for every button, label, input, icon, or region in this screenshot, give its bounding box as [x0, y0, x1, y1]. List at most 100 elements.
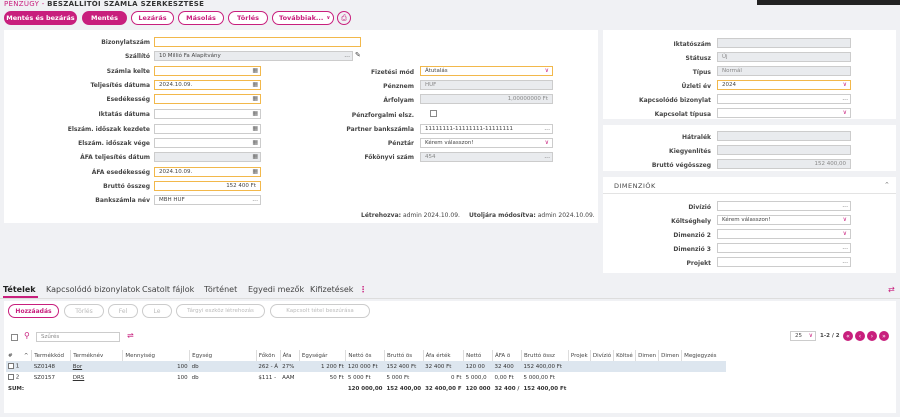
col-num[interactable]: # [6, 350, 22, 361]
ellipsis-icon[interactable]: ... [842, 95, 848, 103]
col-termeknev[interactable]: Terméknév [70, 350, 123, 361]
col-koltseg[interactable]: Költsé [613, 350, 636, 361]
delete-button[interactable]: Törlés [228, 11, 268, 25]
tab-csatolt-fajlok[interactable]: Csatolt fájlok [142, 285, 194, 294]
calendar-icon[interactable]: ▦ [252, 67, 258, 75]
partner-bankszamla-field[interactable]: 11111111-11111111-11111111... [420, 124, 553, 134]
calendar-icon[interactable]: ▦ [252, 95, 258, 103]
filter-input[interactable]: Szűrés [36, 332, 120, 342]
col-termekkod[interactable]: Termékkód [31, 350, 71, 361]
tab-tortenet[interactable]: Történet [204, 285, 237, 294]
create-asset-button[interactable]: Tárgyi eszköz létrehozás [176, 304, 265, 318]
calendar-icon[interactable]: ▦ [252, 168, 258, 176]
col-mennyiseg[interactable]: Mennyiség [122, 350, 190, 361]
chevron-down-icon[interactable]: ∨ [545, 67, 549, 75]
filter-clear-icon[interactable]: ⚲ [24, 331, 30, 340]
bizonylatszam-input[interactable] [154, 37, 361, 47]
move-up-button[interactable]: Fel [108, 304, 138, 318]
arfolyam-field[interactable]: 1,00000000 Ft [420, 94, 553, 104]
col-brutto-osszeg[interactable]: Bruttó össz [520, 350, 569, 361]
divizio-field[interactable]: ... [717, 201, 851, 211]
insert-linked-item-button[interactable]: Kapcsolt tétel beszúrása [270, 304, 370, 318]
more-button[interactable]: Továbbiak... ∨ [272, 11, 334, 25]
dimenzio2-select[interactable]: ∨ [717, 229, 851, 239]
col-netto2[interactable]: Nettó [463, 350, 493, 361]
prev-page-icon[interactable]: ‹ [855, 331, 865, 341]
copy-button[interactable]: Másolás [178, 11, 224, 25]
select-all-checkbox[interactable] [11, 334, 18, 341]
ellipsis-icon[interactable]: ... [252, 196, 258, 204]
tab-kifizetesek[interactable]: Kifizetések [310, 285, 353, 294]
move-down-button[interactable]: Le [142, 304, 172, 318]
tipus-field[interactable]: Normál [717, 66, 851, 76]
col-dimen2[interactable]: Dimen [658, 350, 682, 361]
esedekesseg-input[interactable]: ▦ [154, 94, 261, 104]
next-page-icon[interactable]: › [867, 331, 877, 341]
brutto-vegosszeg-field[interactable]: 152 400,00 [717, 159, 851, 169]
delete-item-button[interactable]: Törlés [64, 304, 104, 318]
col-netto[interactable]: Nettó ös [345, 350, 385, 361]
calendar-icon[interactable]: ▦ [252, 153, 258, 161]
collapse-icon[interactable]: ⌃ [884, 181, 890, 189]
col-egysegar[interactable]: Egységár [298, 350, 346, 361]
penztar-select[interactable]: Kérem válasszon! ∨ [420, 138, 553, 148]
ellipsis-icon[interactable]: ... [842, 202, 848, 210]
col-projekt[interactable]: Projek [567, 350, 591, 361]
elszam-vege-input[interactable]: ▦ [154, 138, 261, 148]
chevron-down-icon[interactable]: ∨ [843, 216, 847, 224]
tab-kapcsolodo-bizonylatok[interactable]: Kapcsolódó bizonylatok [46, 285, 140, 294]
ellipsis-icon[interactable]: ... [842, 244, 848, 252]
page-size-select[interactable]: 25 ∨ [790, 331, 816, 341]
row-select[interactable]: 2 [6, 372, 22, 383]
cell-termeknev-link[interactable]: DRS [71, 372, 123, 383]
first-page-icon[interactable]: « [843, 331, 853, 341]
dimenzio3-field[interactable]: ... [717, 243, 851, 253]
save-close-button[interactable]: Mentés és bezárás [4, 11, 77, 25]
afa-teljesites-input[interactable]: ▦ [154, 152, 261, 162]
teljesites-input[interactable]: 2024.10.09. ▦ [154, 80, 261, 90]
col-afa-osszeg[interactable]: ÁFA ö [491, 350, 522, 361]
col-afa-ertek[interactable]: Áfa érték [422, 350, 464, 361]
table-row[interactable]: 1 SZ0148 Bor 100 db 262 - Á 27% 1 200 Ft… [6, 361, 726, 372]
fokonyvi-szam-field[interactable]: 454... [420, 152, 553, 162]
chevron-down-icon[interactable]: ∨ [843, 230, 847, 238]
col-egyseg[interactable]: Egység [189, 350, 257, 361]
szallito-field[interactable]: 10 Millió Fa Alapítvány... [154, 51, 353, 61]
bankszamla-nev-field[interactable]: MBH HUF... [154, 195, 261, 205]
chevron-down-icon[interactable]: ∨ [809, 332, 813, 340]
elszam-kezdete-input[interactable]: ▦ [154, 124, 261, 134]
koltseghely-select[interactable]: Kérem válasszon! ∨ [717, 215, 851, 225]
swap-icon[interactable]: ⇄ [888, 285, 895, 294]
breadcrumb-module[interactable]: PÉNZÜGY [4, 0, 39, 8]
calendar-icon[interactable]: ▦ [252, 139, 258, 147]
kapcsolodo-bizonylat-field[interactable]: ... [717, 94, 851, 104]
calendar-icon[interactable]: ▦ [252, 81, 258, 89]
cell-termeknev-link[interactable]: Bor [71, 361, 123, 372]
col-divizio[interactable]: Divízió [589, 350, 614, 361]
penznem-field[interactable]: HUF [420, 80, 553, 90]
tab-more-icon[interactable]: ⋮ [359, 285, 367, 294]
calendar-icon[interactable]: ▦ [252, 110, 258, 118]
row-select[interactable]: 1 [6, 361, 22, 372]
row-checkbox[interactable] [8, 374, 14, 381]
ellipsis-icon[interactable]: ... [842, 258, 848, 266]
col-sort-icon[interactable]: ^ [22, 350, 32, 361]
chevron-down-icon[interactable]: ∨ [545, 139, 549, 147]
uzleti-ev-select[interactable]: 2024 ∨ [717, 80, 851, 90]
ellipsis-icon[interactable]: ... [544, 153, 550, 161]
row-checkbox[interactable] [8, 363, 14, 370]
chevron-down-icon[interactable]: ∨ [843, 109, 847, 117]
print-icon[interactable]: ⎙ [337, 11, 351, 25]
col-brutto[interactable]: Bruttó ös [383, 350, 424, 361]
statusz-field[interactable]: Új [717, 52, 851, 62]
col-dimen1[interactable]: Dimen [635, 350, 659, 361]
szamla-kelte-input[interactable]: ▦ [154, 66, 261, 76]
iktatas-input[interactable]: ▦ [154, 109, 261, 119]
last-page-icon[interactable]: » [879, 331, 889, 341]
tab-egyedi-mezok[interactable]: Egyedi mezők [248, 285, 304, 294]
lock-button[interactable]: Lezárás [131, 11, 174, 25]
ellipsis-icon[interactable]: ... [344, 52, 350, 60]
col-fokonyv[interactable]: Főkön [255, 350, 281, 361]
iktatoszam-field[interactable] [717, 38, 851, 48]
projekt-field[interactable]: ... [717, 257, 851, 267]
